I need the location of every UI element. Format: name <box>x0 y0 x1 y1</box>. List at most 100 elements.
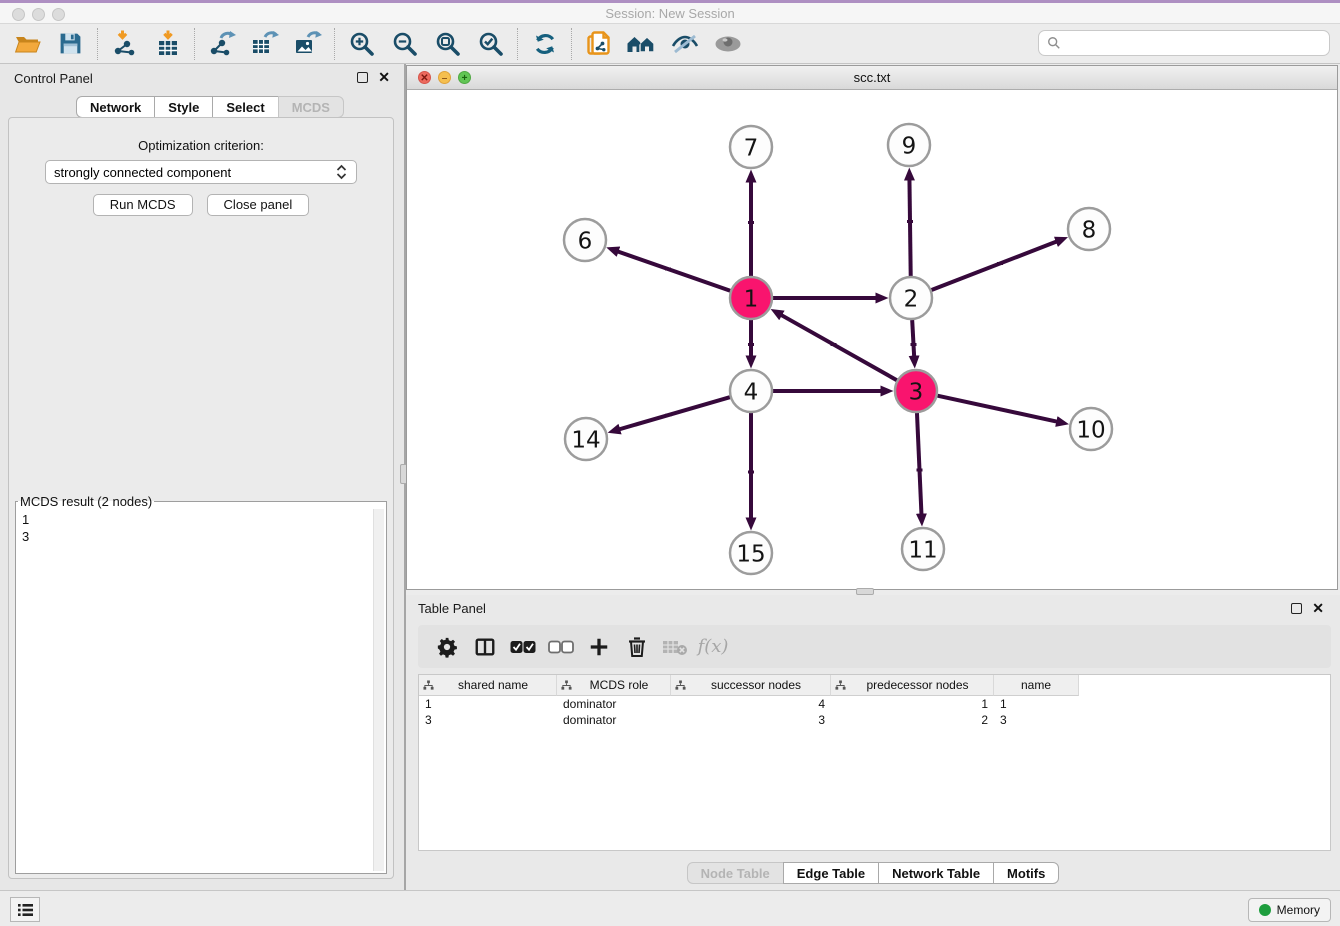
graph-node-8[interactable]: 8 <box>1068 208 1110 250</box>
graph-node-11[interactable]: 11 <box>902 528 944 570</box>
graph-node-9[interactable]: 9 <box>888 124 930 166</box>
graph-node-3[interactable]: 3 <box>895 370 937 412</box>
import-network-icon[interactable] <box>103 26 146 62</box>
run-mcds-button[interactable]: Run MCDS <box>93 194 193 216</box>
column-header-shared-name[interactable]: shared name <box>419 675 557 696</box>
graph-edge-2-9[interactable] <box>909 179 910 276</box>
select-all-icon[interactable] <box>504 629 542 665</box>
export-network-icon[interactable] <box>200 26 243 62</box>
optimization-criterion-select[interactable]: strongly connected component <box>45 160 357 184</box>
edge-midpoint-handle <box>666 414 672 417</box>
column-hierarchy-icon <box>835 680 846 691</box>
edge-midpoint-handle <box>907 220 913 223</box>
hide-selected-icon[interactable] <box>663 26 706 62</box>
graph-edge-1-6[interactable] <box>617 251 730 291</box>
graph-edge-3-10[interactable] <box>937 396 1057 422</box>
task-history-button[interactable] <box>10 897 40 922</box>
refresh-icon[interactable] <box>523 26 566 62</box>
title-bar: Session: New Session <box>0 0 1340 24</box>
graph-node-15[interactable]: 15 <box>730 532 772 574</box>
network-bottom-handle[interactable] <box>856 588 874 595</box>
control-panel-tabs: NetworkStyleSelectMCDS <box>76 96 344 118</box>
svg-text:8: 8 <box>1082 217 1097 243</box>
graph-node-7[interactable]: 7 <box>730 126 772 168</box>
edge-midpoint-handle <box>917 469 923 472</box>
tab-network-table[interactable]: Network Table <box>878 862 994 884</box>
zoom-fit-icon[interactable] <box>426 26 469 62</box>
column-header-MCDS-role[interactable]: MCDS role <box>557 675 671 696</box>
tab-edge-table[interactable]: Edge Table <box>783 862 879 884</box>
delete-column-icon[interactable] <box>618 629 656 665</box>
graph-node-10[interactable]: 10 <box>1070 408 1112 450</box>
tab-style[interactable]: Style <box>154 96 213 118</box>
cell: 3 <box>994 712 1079 728</box>
table-tabs: Node TableEdge TableNetwork TableMotifs <box>406 862 1340 884</box>
close-panel-icon[interactable]: ✕ <box>378 69 390 85</box>
tab-motifs[interactable]: Motifs <box>993 862 1059 884</box>
save-session-icon[interactable] <box>49 26 92 62</box>
zoom-out-icon[interactable] <box>383 26 426 62</box>
tab-network[interactable]: Network <box>76 96 155 118</box>
zoom-selected-icon[interactable] <box>469 26 512 62</box>
network-canvas[interactable]: 1 2 3 4 6 7 8 9 10 11 14 15 <box>407 90 1337 589</box>
table-header-row: shared nameMCDS rolesuccessor nodesprede… <box>419 675 1330 696</box>
graph-edge-4-14[interactable] <box>619 397 730 429</box>
mcds-result-list[interactable]: 1 3 <box>18 509 373 871</box>
table-settings-icon[interactable] <box>428 629 466 665</box>
mcds-result-title: MCDS result (2 nodes) <box>18 494 154 509</box>
table-panel-title: Table Panel <box>418 601 486 616</box>
table-panel: Table Panel ✕ f(x) shared nameMCDS roles… <box>406 595 1340 890</box>
column-header-predecessor-nodes[interactable]: predecessor nodes <box>831 675 994 696</box>
tab-node-table[interactable]: Node Table <box>687 862 784 884</box>
graph-node-1[interactable]: 1 <box>730 277 772 319</box>
svg-text:4: 4 <box>744 379 759 405</box>
graph-node-2[interactable]: 2 <box>890 277 932 319</box>
export-image-icon[interactable] <box>286 26 329 62</box>
graph-edge-3-1[interactable] <box>781 315 897 381</box>
add-column-icon[interactable] <box>580 629 618 665</box>
edge-midpoint-handle <box>828 297 834 300</box>
search-input[interactable] <box>1067 36 1321 51</box>
search-box[interactable] <box>1038 30 1330 56</box>
deselect-all-icon[interactable] <box>542 629 580 665</box>
export-table-icon[interactable] <box>243 26 286 62</box>
delete-table-icon <box>656 629 694 665</box>
edge-midpoint-handle <box>831 390 837 393</box>
result-scrollbar[interactable] <box>373 509 384 871</box>
show-all-icon[interactable] <box>706 26 749 62</box>
table-float-icon[interactable] <box>1291 603 1302 614</box>
network-window-titlebar[interactable]: ✕ – + scc.txt <box>407 66 1337 90</box>
show-columns-icon[interactable] <box>466 629 504 665</box>
table-row[interactable]: 3dominator323 <box>419 712 1330 728</box>
table-row[interactable]: 1dominator411 <box>419 696 1330 712</box>
cell: 4 <box>671 696 831 712</box>
graph-node-6[interactable]: 6 <box>564 219 606 261</box>
graph-node-14[interactable]: 14 <box>565 418 607 460</box>
tab-select[interactable]: Select <box>212 96 278 118</box>
table-body: 1dominator4113dominator323 <box>419 696 1330 728</box>
memory-button[interactable]: Memory <box>1248 898 1331 922</box>
column-header-successor-nodes[interactable]: successor nodes <box>671 675 831 696</box>
search-icon <box>1047 36 1061 50</box>
open-file-icon[interactable] <box>6 26 49 62</box>
close-panel-button[interactable]: Close panel <box>207 194 310 216</box>
table-close-icon[interactable]: ✕ <box>1312 600 1324 616</box>
home-networks-icon[interactable] <box>620 26 663 62</box>
mcds-tab-content: Optimization criterion: strongly connect… <box>8 117 394 879</box>
graph-edge-2-3[interactable] <box>912 320 914 357</box>
import-table-icon[interactable] <box>146 26 189 62</box>
graph-edge-3-11[interactable] <box>917 413 922 515</box>
cell: 1 <box>831 696 994 712</box>
tab-mcds[interactable]: MCDS <box>278 96 344 118</box>
column-header-name[interactable]: name <box>994 675 1079 696</box>
svg-text:1: 1 <box>744 286 759 312</box>
edge-midpoint-handle <box>748 221 754 224</box>
float-panel-icon[interactable] <box>357 72 368 83</box>
toolbar-separator <box>571 28 572 60</box>
graph-edge-2-8[interactable] <box>932 241 1058 290</box>
zoom-in-icon[interactable] <box>340 26 383 62</box>
graph-node-4[interactable]: 4 <box>730 370 772 412</box>
network-graph[interactable]: 1 2 3 4 6 7 8 9 10 11 14 15 <box>407 90 1337 589</box>
cell: 3 <box>419 712 557 728</box>
duplicate-network-icon[interactable] <box>577 26 620 62</box>
